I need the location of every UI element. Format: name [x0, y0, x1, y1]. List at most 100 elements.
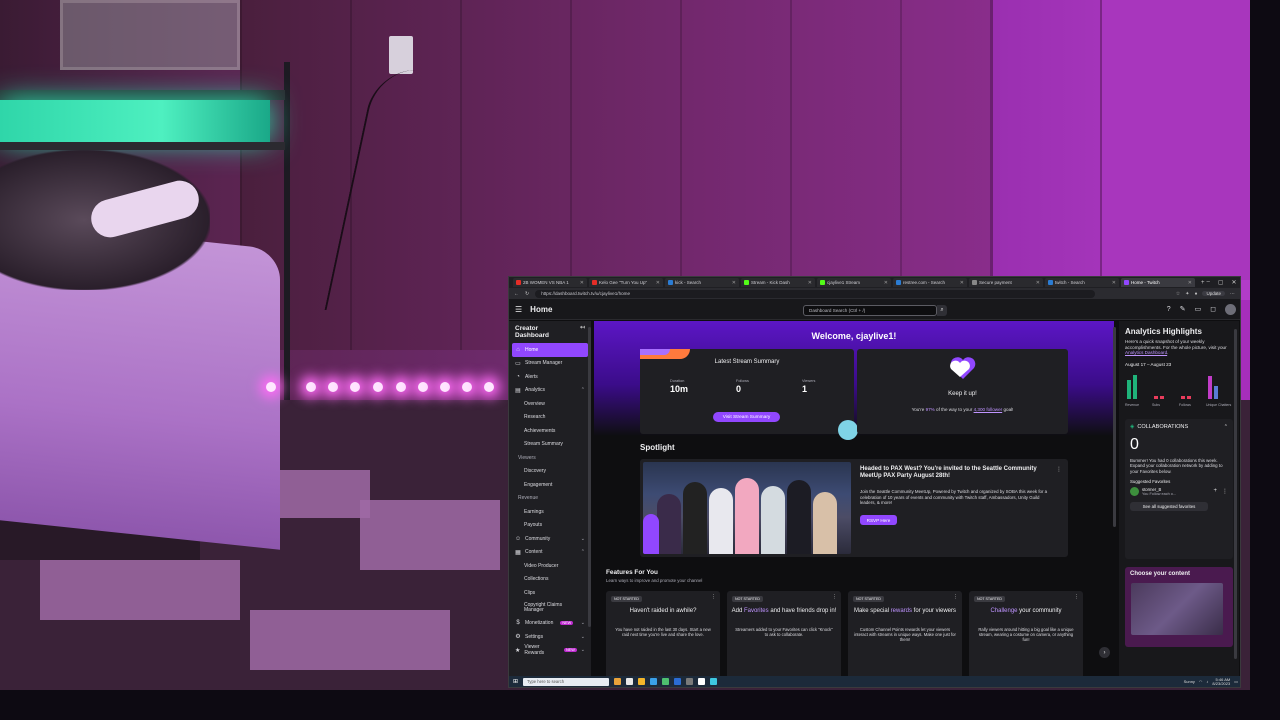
sidebar-item-stream-manager[interactable]: ▭ Stream Manager: [509, 357, 591, 371]
browser-tab[interactable]: Stream - Kick Dash ✕: [741, 278, 815, 287]
app-icon[interactable]: [698, 678, 706, 685]
chevron-icon[interactable]: ⌃: [581, 549, 585, 555]
sidebar-item-achievements[interactable]: Achievements: [509, 424, 591, 438]
feature-card[interactable]: NOT STARTED ⋮ Add Favorites and have fri…: [727, 591, 841, 678]
back-icon[interactable]: ←: [514, 291, 519, 297]
sidebar-item-research[interactable]: Research: [509, 411, 591, 425]
sidebar-item-collections[interactable]: Collections: [509, 573, 591, 587]
dashboard-search-input[interactable]: Dashboard Search (Ctrl + /): [803, 305, 937, 316]
close-tab-icon[interactable]: ✕: [808, 280, 812, 286]
browser-tab[interactable]: Secure payment ✕: [969, 278, 1043, 287]
sidebar-item-alerts[interactable]: ◔ Alerts: [509, 370, 591, 384]
sidebar-item-discovery[interactable]: Discovery: [509, 465, 591, 479]
feature-card[interactable]: NOT STARTED ⋮ Challenge your community R…: [969, 591, 1083, 678]
store-icon[interactable]: [674, 678, 682, 685]
feature-card[interactable]: NOT STARTED ⋮ Make special rewards for y…: [848, 591, 962, 678]
main-scrollbar[interactable]: [1113, 327, 1116, 527]
edge-browser-icon[interactable]: [650, 678, 658, 685]
avatar[interactable]: [1130, 487, 1139, 496]
sidebar-item-copyright-claims-manager[interactable]: Copyright Claims Manager: [509, 600, 591, 617]
more-options-icon[interactable]: ⋮: [832, 594, 837, 600]
close-tab-icon[interactable]: ✕: [580, 280, 584, 286]
star-icon[interactable]: ☆: [1176, 291, 1180, 297]
sidebar-item-home[interactable]: ⌂ Home: [512, 343, 588, 357]
help-icon[interactable]: ?: [1167, 306, 1171, 313]
goal-target-link[interactable]: 4,300 follower: [974, 407, 1003, 412]
reload-icon[interactable]: ↻: [525, 291, 529, 297]
new-tab-icon[interactable]: +: [1201, 280, 1205, 286]
inbox-icon[interactable]: ▭: [1195, 305, 1202, 313]
maximize-icon[interactable]: ▢: [1218, 279, 1224, 286]
sidebar-item-monetization[interactable]: $ Monetization NEW ⌄: [509, 617, 591, 631]
rsvp-button[interactable]: RSVP Here: [860, 515, 897, 525]
sidebar-item-viewer-rewards[interactable]: ★ Viewer Rewards NEW ⌄: [509, 644, 591, 658]
extension-icon[interactable]: ✦: [1185, 291, 1189, 297]
more-options-icon[interactable]: ⋮: [711, 594, 716, 600]
more-options-icon[interactable]: ⋮: [1074, 594, 1079, 600]
app-icon[interactable]: [626, 678, 634, 685]
sidebar-item-content[interactable]: ▦ Content ⌃: [509, 546, 591, 560]
sidebar-item-overview[interactable]: Overview: [509, 397, 591, 411]
network-icon[interactable]: ◠: [1199, 679, 1203, 684]
more-icon[interactable]: ⋯: [1230, 291, 1235, 297]
close-icon[interactable]: ✕: [1232, 279, 1237, 286]
taskbar-search-input[interactable]: Type here to search: [523, 677, 610, 686]
search-icon[interactable]: ⌕: [937, 305, 947, 316]
close-tab-icon[interactable]: ✕: [1036, 280, 1040, 286]
sidebar-item-community[interactable]: ☺ Community ⌄: [509, 532, 591, 546]
spotlight-image[interactable]: [643, 462, 851, 554]
chevron-icon[interactable]: ⌄: [581, 620, 585, 626]
sidebar-item-stream-summary[interactable]: Stream Summary: [509, 438, 591, 452]
chevron-icon[interactable]: ⌄: [581, 536, 585, 542]
update-button[interactable]: Update: [1202, 291, 1225, 296]
next-arrow-icon[interactable]: ›: [1099, 647, 1110, 658]
weather-text[interactable]: Sunny: [1184, 679, 1195, 684]
collapse-sidebar-icon[interactable]: ↤: [580, 325, 585, 332]
sidebar-item-earnings[interactable]: Earnings: [509, 505, 591, 519]
close-tab-icon[interactable]: ✕: [732, 280, 736, 286]
sidebar-item-video-producer[interactable]: Video Producer: [509, 559, 591, 573]
chevron-up-icon[interactable]: ⌃: [1224, 424, 1228, 430]
minimize-icon[interactable]: –: [1207, 279, 1210, 286]
sidebar-item-payouts[interactable]: Payouts: [509, 519, 591, 533]
profile-icon[interactable]: ●: [1194, 291, 1197, 297]
sidebar-scrollbar[interactable]: [588, 327, 591, 627]
sidebar-item-analytics[interactable]: ▤ Analytics ⌃: [509, 384, 591, 398]
hamburger-menu-icon[interactable]: ☰: [515, 305, 522, 314]
more-options-icon[interactable]: ⋮: [1056, 466, 1062, 473]
browser-tab[interactable]: twitch - Search ✕: [1045, 278, 1119, 287]
collab-header[interactable]: ◈ COLLABORATIONS ⌃: [1130, 424, 1228, 430]
chevron-icon[interactable]: ⌃: [581, 387, 585, 393]
analytics-dashboard-link[interactable]: Analytics Dashboard: [1125, 350, 1167, 355]
user-avatar[interactable]: [1225, 303, 1236, 315]
browser-tab[interactable]: cjaylive1 Stream ✕: [817, 278, 891, 287]
close-tab-icon[interactable]: ✕: [960, 280, 964, 286]
app-icon[interactable]: [710, 678, 718, 685]
volume-icon[interactable]: ♪: [1206, 679, 1208, 684]
windows-start-icon[interactable]: ⊞: [513, 678, 518, 685]
see-all-suggested-button[interactable]: See all suggested favorites: [1130, 502, 1208, 511]
sidebar-item-engagement[interactable]: Engagement: [509, 478, 591, 492]
browser-tab[interactable]: Kelo Gee "Turn You Up" ✕: [589, 278, 663, 287]
content-thumbnail[interactable]: [1131, 582, 1223, 635]
browser-tab[interactable]: 2B WOMEN VS NBA 1 ✕: [513, 278, 587, 287]
more-options-icon[interactable]: ⋮: [1222, 488, 1228, 495]
browser-tab[interactable]: kick - Search ✕: [665, 278, 739, 287]
close-tab-icon[interactable]: ✕: [1188, 280, 1192, 286]
close-tab-icon[interactable]: ✕: [884, 280, 888, 286]
add-favorite-icon[interactable]: +: [1213, 488, 1217, 495]
chevron-icon[interactable]: ⌄: [581, 647, 585, 653]
file-explorer-icon[interactable]: [638, 678, 646, 685]
feature-card[interactable]: NOT STARTED ⋮ Haven't raided in awhile? …: [606, 591, 720, 678]
clock[interactable]: 5:46 AM 8/23/2023: [1212, 677, 1230, 686]
close-tab-icon[interactable]: ✕: [656, 280, 660, 286]
visit-stream-summary-button[interactable]: Visit Stream Summary: [713, 412, 780, 422]
url-field[interactable]: https://dashboard.twitch.tv/u/cjaylive1/…: [535, 289, 1096, 298]
chrome-icon[interactable]: [662, 678, 670, 685]
panel-scrollbar[interactable]: [1234, 329, 1237, 659]
more-options-icon[interactable]: ⋮: [953, 594, 958, 600]
browser-tab[interactable]: restree.com - Search ✕: [893, 278, 967, 287]
whisper-icon[interactable]: ◻: [1210, 305, 1216, 313]
sidebar-item-clips[interactable]: Clips: [509, 586, 591, 600]
magic-wand-icon[interactable]: ✎: [1180, 305, 1186, 313]
